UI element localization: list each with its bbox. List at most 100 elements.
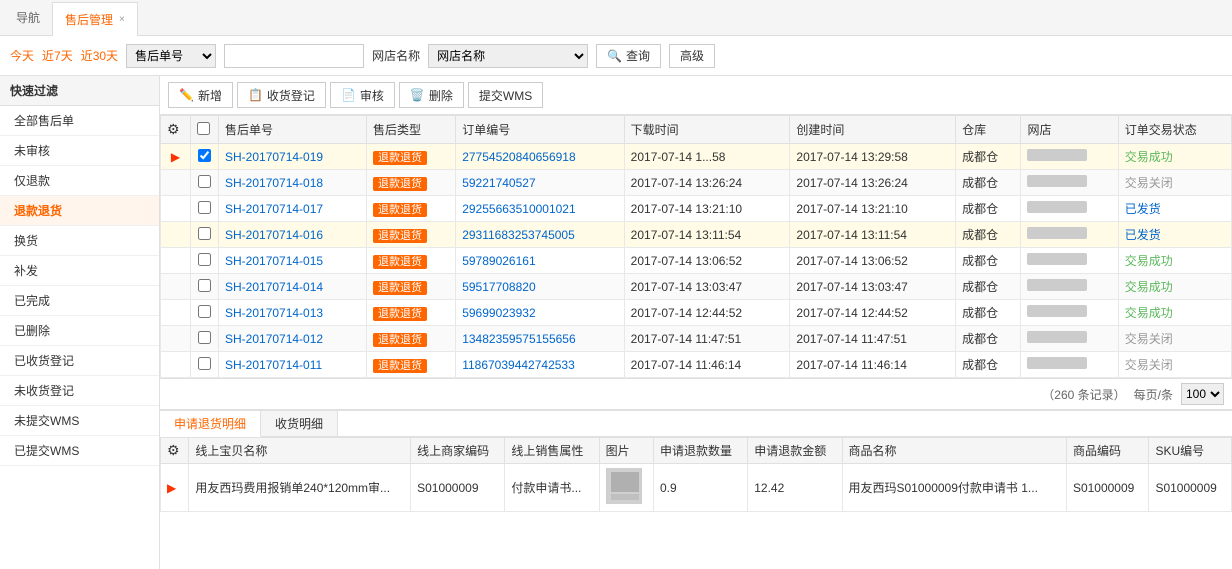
receive-button[interactable]: 📋 收货登记 (237, 82, 326, 108)
sidebar-item-deleted[interactable]: 已删除 (0, 316, 159, 346)
row-shop (1021, 352, 1118, 378)
row-created: 2017-07-14 13:29:58 (790, 144, 956, 170)
sidebar-item-refund-return[interactable]: 退款退货 (0, 196, 159, 226)
sidebar-item-refund-only[interactable]: 仅退款 (0, 166, 159, 196)
audit-button[interactable]: 📄 审核 (330, 82, 395, 108)
row-type: 退款退货 (366, 352, 455, 378)
row-arrow-cell (161, 170, 191, 196)
sidebar-item-completed[interactable]: 已完成 (0, 286, 159, 316)
col-shop: 网店 (1021, 116, 1118, 144)
advanced-button[interactable]: 高级 (669, 44, 715, 68)
search-input[interactable] (224, 44, 364, 68)
field-select[interactable]: 售后单号 (126, 44, 216, 68)
bottom-row-name: 用友西玛费用报销单240*120mm审... (189, 464, 411, 512)
filter-last7[interactable]: 近7天 (42, 47, 73, 64)
tab-close-icon[interactable]: × (119, 14, 125, 25)
row-checkbox[interactable] (198, 201, 211, 214)
bottom-row-arrow-icon: ▶ (167, 481, 176, 495)
row-checkbox-cell[interactable] (191, 170, 219, 196)
sidebar-item-all[interactable]: 全部售后单 (0, 106, 159, 136)
gear-icon[interactable]: ⚙ (167, 121, 180, 137)
select-all-checkbox[interactable] (197, 122, 210, 135)
bcol-settings[interactable]: ⚙ (161, 438, 189, 464)
bottom-row-product-code: S01000009 (1066, 464, 1149, 512)
row-checkbox[interactable] (198, 357, 211, 370)
main-table: ⚙ 售后单号 售后类型 订单编号 下载时间 创建时间 仓库 网店 订单交易状态 (160, 115, 1232, 378)
filter-today[interactable]: 今天 (10, 47, 34, 64)
row-warehouse: 成都仓 (956, 144, 1021, 170)
active-tab[interactable]: 售后管理 × (52, 2, 138, 36)
row-id[interactable]: SH-20170714-017 (219, 196, 367, 222)
bottom-row-product-name: 用友西玛S01000009付款申请书 1... (842, 464, 1066, 512)
tab-receive-detail[interactable]: 收货明细 (261, 411, 338, 436)
row-arrow-cell (161, 196, 191, 222)
row-id[interactable]: SH-20170714-019 (219, 144, 367, 170)
bcol-code: 线上商家编码 (411, 438, 505, 464)
row-id[interactable]: SH-20170714-018 (219, 170, 367, 196)
row-checkbox[interactable] (198, 227, 211, 240)
row-checkbox-cell[interactable] (191, 222, 219, 248)
row-id[interactable]: SH-20170714-016 (219, 222, 367, 248)
row-id[interactable]: SH-20170714-011 (219, 352, 367, 378)
col-warehouse: 仓库 (956, 116, 1021, 144)
row-status: 交易成功 (1118, 274, 1231, 300)
bottom-row-attr: 付款申请书... (505, 464, 599, 512)
bottom-tabs: 申请退货明细 收货明细 (160, 411, 1232, 437)
sidebar-item-received[interactable]: 已收货登记 (0, 346, 159, 376)
row-warehouse: 成都仓 (956, 170, 1021, 196)
row-shop (1021, 196, 1118, 222)
row-shop (1021, 274, 1118, 300)
content-area: ✏️ 新增 📋 收货登记 📄 审核 🗑️ 删除 提交WMS (160, 76, 1232, 569)
sidebar-item-not-received[interactable]: 未收货登记 (0, 376, 159, 406)
per-page-select[interactable]: 100 10 20 50 200 (1181, 383, 1224, 405)
table-row: SH-20170714-015 退款退货 59789026161 2017-07… (161, 248, 1232, 274)
row-arrow-cell (161, 326, 191, 352)
row-checkbox[interactable] (198, 331, 211, 344)
row-checkbox-cell[interactable] (191, 352, 219, 378)
row-checkbox-cell[interactable] (191, 274, 219, 300)
sidebar-item-submitted-wms[interactable]: 已提交WMS (0, 436, 159, 466)
row-checkbox[interactable] (198, 253, 211, 266)
row-checkbox-cell[interactable] (191, 248, 219, 274)
row-id[interactable]: SH-20170714-014 (219, 274, 367, 300)
row-type: 退款退货 (366, 196, 455, 222)
row-checkbox-cell[interactable] (191, 300, 219, 326)
table-row: SH-20170714-018 退款退货 59221740527 2017-07… (161, 170, 1232, 196)
col-checkbox (191, 116, 219, 144)
bcol-qty: 申请退款数量 (653, 438, 747, 464)
sidebar-item-not-wms[interactable]: 未提交WMS (0, 406, 159, 436)
query-button[interactable]: 🔍 查询 (596, 44, 661, 68)
sidebar-item-pending[interactable]: 未审核 (0, 136, 159, 166)
tab-label: 售后管理 (65, 11, 113, 28)
add-icon: ✏️ (179, 88, 194, 102)
row-checkbox[interactable] (198, 305, 211, 318)
row-download: 2017-07-14 11:47:51 (624, 326, 790, 352)
row-checkbox[interactable] (198, 279, 211, 292)
sidebar-item-exchange[interactable]: 换货 (0, 226, 159, 256)
row-checkbox-cell[interactable] (191, 326, 219, 352)
sidebar-title: 快速过滤 (0, 76, 159, 106)
row-id[interactable]: SH-20170714-013 (219, 300, 367, 326)
row-checkbox[interactable] (198, 175, 211, 188)
delete-button[interactable]: 🗑️ 删除 (399, 82, 464, 108)
col-settings[interactable]: ⚙ (161, 116, 191, 144)
bcol-product-name: 商品名称 (842, 438, 1066, 464)
submit-wms-button[interactable]: 提交WMS (468, 82, 543, 108)
row-id[interactable]: SH-20170714-012 (219, 326, 367, 352)
audit-icon: 📄 (341, 88, 356, 102)
sidebar-item-reissue[interactable]: 补发 (0, 256, 159, 286)
row-checkbox[interactable] (198, 149, 211, 162)
row-id[interactable]: SH-20170714-015 (219, 248, 367, 274)
bcol-name: 线上宝贝名称 (189, 438, 411, 464)
filter-last30[interactable]: 近30天 (81, 47, 118, 64)
shop-select[interactable]: 网店名称 (428, 44, 588, 68)
row-created: 2017-07-14 13:21:10 (790, 196, 956, 222)
bottom-table-container: ⚙ 线上宝贝名称 线上商家编码 线上销售属性 图片 申请退款数量 申请退款金额 … (160, 437, 1232, 547)
row-checkbox-cell[interactable] (191, 144, 219, 170)
tab-refund-detail[interactable]: 申请退货明细 (160, 411, 261, 437)
row-type: 退款退货 (366, 170, 455, 196)
row-created: 2017-07-14 13:11:54 (790, 222, 956, 248)
row-shop (1021, 326, 1118, 352)
add-button[interactable]: ✏️ 新增 (168, 82, 233, 108)
row-checkbox-cell[interactable] (191, 196, 219, 222)
